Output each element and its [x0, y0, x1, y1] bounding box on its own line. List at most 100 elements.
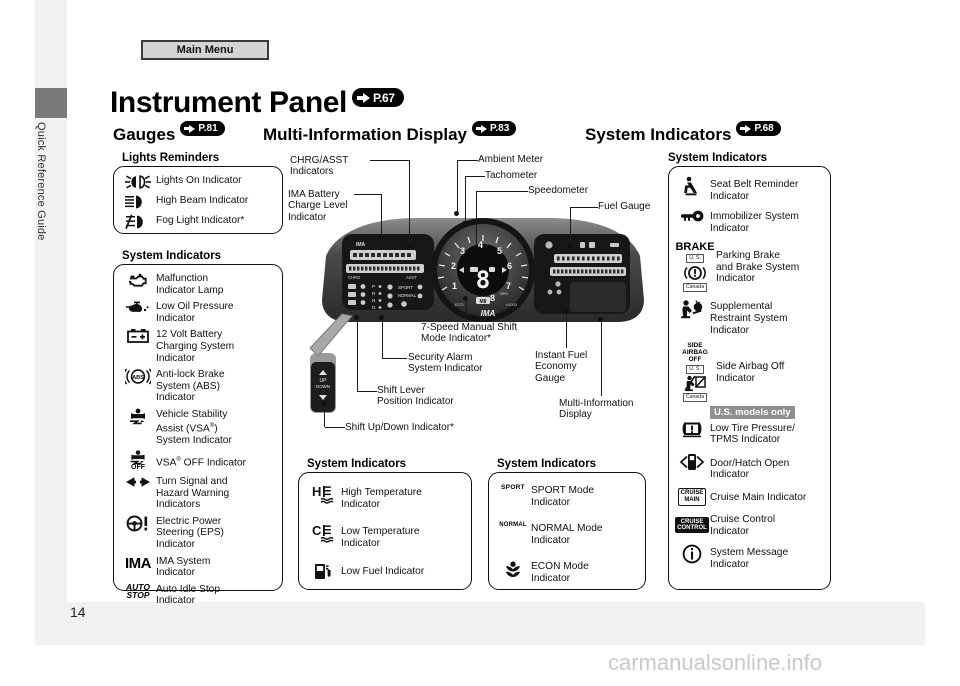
watermark: carmanualsonline.info — [0, 650, 960, 676]
callout-tachometer: Tachometer — [485, 170, 538, 181]
watermark-text: carmanualsonline.info — [607, 650, 823, 675]
vsa-off-icon: OFF — [120, 450, 156, 471]
immobilizer-icon — [674, 209, 710, 223]
econ-mode-icon — [495, 560, 531, 578]
tpms-icon — [674, 421, 710, 439]
brake-text-icon: BRAKE — [675, 241, 715, 254]
list-item: Fog Light Indicator* — [120, 214, 276, 230]
region-badge-us: U. S. — [686, 254, 704, 264]
manual-page: Quick Reference Guide Main Menu Instrume… — [0, 0, 960, 686]
high-temperature-icon: H — [305, 484, 341, 504]
list-item-label: Anti-lock Brake System (ABS) Indicator — [156, 369, 225, 404]
list-item: Low Fuel Indicator — [305, 562, 465, 581]
region-badge-canada: Canada — [682, 283, 708, 293]
callout-shift-updown: Shift Up/Down Indicator* — [345, 422, 454, 433]
left-system-indicators-label: System Indicators — [122, 250, 222, 262]
svg-text:7: 7 — [506, 281, 511, 291]
shift-lever-pointer — [309, 313, 353, 357]
page-ref-link-gauges[interactable]: P.81 — [180, 121, 225, 136]
list-item: System Message Indicator — [674, 544, 824, 570]
section-heading-mid: Multi-Information Display P.83 — [263, 121, 517, 145]
list-item: OFF VSA® OFF Indicator — [120, 450, 276, 471]
list-item: SPORT SPORT Mode Indicator — [495, 484, 639, 508]
seat-belt-reminder-icon — [674, 176, 710, 196]
svg-text:8: 8 — [490, 293, 495, 303]
list-item-label: Low Oil Pressure Indicator — [156, 301, 234, 324]
list-item: Lights On Indicator — [120, 174, 276, 190]
page-number: 14 — [70, 604, 86, 620]
list-item: CRUISE CONTROL Cruise Control Indicator — [674, 513, 824, 537]
list-item: High Beam Indicator — [120, 194, 276, 210]
list-item-label: Electric Power Steering (EPS) Indicator — [156, 515, 224, 551]
list-item: BRAKE U. S. Canada Parking Brake and Brak… — [674, 241, 824, 293]
svg-text:ECO: ECO — [455, 302, 464, 307]
list-item-label: Immobilizer System Indicator — [710, 211, 799, 234]
callout-ima-battery: IMA Battery Charge Level Indicator — [288, 189, 348, 223]
arrow-right-icon — [476, 123, 487, 134]
list-item: Electric Power Steering (EPS) Indicator — [120, 515, 276, 551]
sidebar-section-label: Quick Reference Guide — [35, 118, 67, 418]
list-item-label: VSA® OFF Indicator — [156, 457, 246, 469]
main-menu-label: Main Menu — [176, 44, 234, 56]
temp-fuel-label: System Indicators — [307, 458, 407, 470]
svg-text:3: 3 — [460, 246, 465, 256]
page-ref-link-mid[interactable]: P.83 — [472, 121, 517, 136]
list-item-label: ECON Mode Indicator — [531, 561, 589, 584]
eps-icon — [120, 515, 156, 532]
list-item-label: Door/Hatch Open Indicator — [710, 457, 790, 481]
list-item: IMA IMA System Indicator — [120, 555, 276, 579]
list-item: ABS Anti-lock Brake System (ABS) Indicator — [120, 368, 276, 404]
list-item-label: NORMAL Mode Indicator — [531, 523, 603, 546]
list-item: Seat Belt Reminder Indicator — [674, 176, 824, 202]
page-ref-link-right[interactable]: P.68 — [736, 121, 781, 136]
low-fuel-icon — [305, 562, 341, 581]
auto-idle-stop-icon: AUTO STOP — [126, 581, 150, 601]
list-item-label: Low Temperature Indicator — [341, 526, 420, 549]
callout-mid: Multi-Information Display — [559, 398, 634, 421]
normal-mode-icon: NORMAL — [499, 522, 527, 529]
temp-fuel-box: H High Temperature Indicator C Low Tempe… — [298, 472, 472, 590]
list-item-label: Malfunction Indicator Lamp — [156, 273, 224, 296]
cruise-main-badge: CRUISE MAIN — [677, 487, 707, 507]
cruise-control-icon: CRUISE CONTROL — [674, 517, 710, 534]
callout-chrg-asst: CHRG/ASST Indicators — [290, 155, 349, 178]
list-item: Malfunction Indicator Lamp — [120, 272, 276, 296]
list-item-label: Side Airbag Off Indicator — [716, 361, 785, 384]
list-item-label: Supplemental Restraint System Indicator — [710, 301, 788, 336]
brake-circle-icon — [684, 266, 706, 281]
right-system-indicators-box: Seat Belt Reminder Indicator Immobilizer … — [668, 166, 831, 590]
low-temperature-icon: C — [305, 523, 341, 543]
svg-text:5: 5 — [497, 246, 502, 256]
list-item-label: Seat Belt Reminder Indicator — [710, 179, 799, 202]
svg-text:IMA: IMA — [356, 242, 366, 248]
callout-speedometer: Speedometer — [528, 185, 589, 196]
lights-reminders-box: Lights On Indicator High Beam Indicator — [113, 166, 283, 234]
list-item: Turn Signal and Hazard Warning Indicators — [120, 475, 276, 511]
svg-text:C: C — [312, 523, 322, 538]
list-item-label: Auto Idle Stop Indicator — [156, 583, 221, 607]
list-item: NORMAL NORMAL Mode Indicator — [495, 522, 639, 546]
page-title: Instrument Panel P.67 — [110, 86, 404, 120]
list-item: ECON Mode Indicator — [495, 560, 639, 584]
page-ref-link-main[interactable]: P.67 — [351, 88, 404, 107]
door-hatch-open-icon — [674, 453, 710, 471]
main-menu-button[interactable]: Main Menu — [141, 40, 269, 60]
arrow-right-icon — [740, 123, 752, 134]
list-item: U.S. models only Low Tire Pressure/TPMS … — [674, 405, 824, 446]
list-item: Door/Hatch Open Indicator — [674, 453, 824, 481]
lights-reminders-label: Lights Reminders — [122, 152, 220, 164]
mid-page-ref: P.83 — [490, 123, 510, 134]
cruise-main-icon: CRUISE MAIN — [674, 487, 710, 507]
list-item: Low Oil Pressure Indicator — [120, 300, 276, 324]
list-item-label: System Message Indicator — [710, 547, 789, 570]
arrow-right-icon — [356, 91, 370, 104]
low-oil-pressure-icon — [120, 300, 156, 315]
modes-box: SPORT SPORT Mode Indicator NORMAL NORMAL … — [488, 472, 646, 590]
sidebar-label-text: Quick Reference Guide — [35, 122, 47, 241]
list-item-label: IMA System Indicator — [156, 555, 211, 579]
gauges-page-ref: P.81 — [198, 123, 218, 134]
list-item-label: High Temperature Indicator — [341, 487, 422, 510]
parking-brake-icon: BRAKE U. S. Canada — [674, 241, 716, 293]
svg-text:ABS: ABS — [132, 375, 144, 381]
callout-shift-lever: Shift Lever Position Indicator — [377, 385, 454, 408]
